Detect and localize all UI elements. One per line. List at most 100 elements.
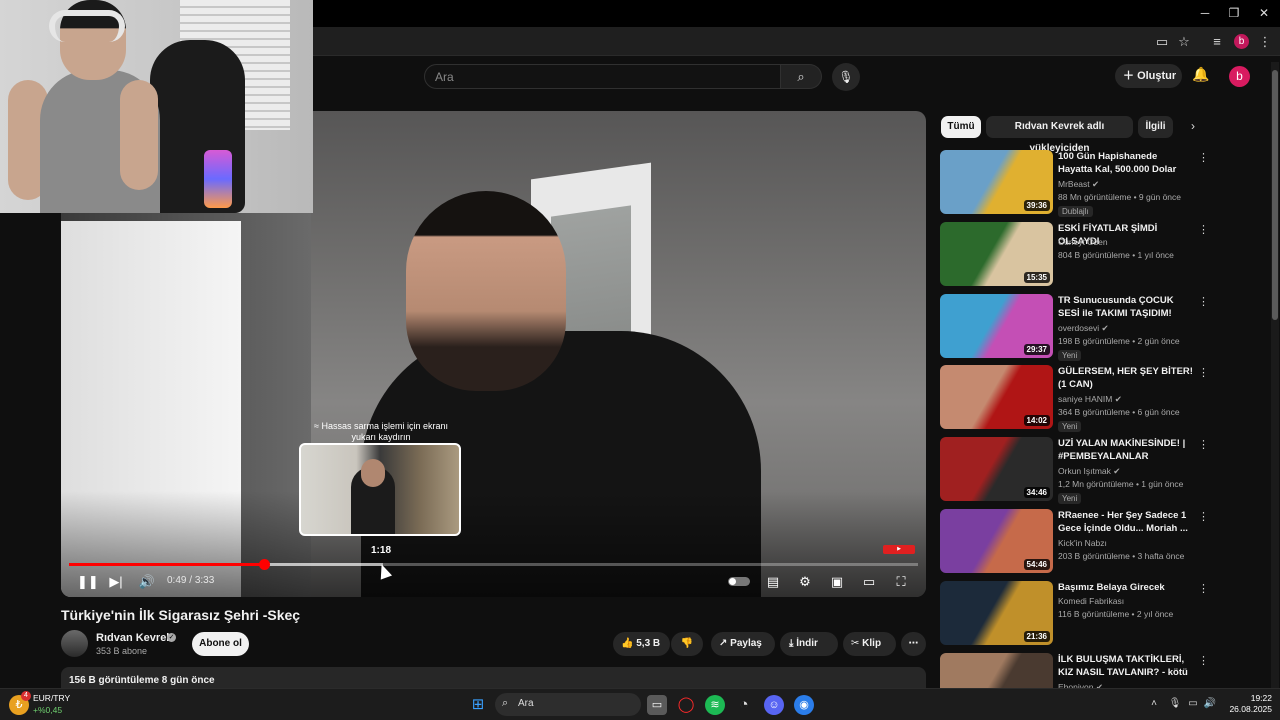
recommendation-title[interactable]: UZİ YALAN MAKİNESİNDE! | #PEMBEYALANLAR [1058, 437, 1193, 463]
like-count: 5,3 B [636, 638, 661, 649]
star-icon[interactable]: ☆ [1175, 33, 1193, 51]
recommendation-channel[interactable]: saniye HANIM ✔ [1058, 394, 1122, 405]
recommendation-title[interactable]: 100 Gün Hapishanede Hayatta Kal, 500.000… [1058, 150, 1193, 177]
recommendation-thumbnail[interactable]: 14:02 [940, 365, 1053, 429]
recommendation-title[interactable]: GÜLERSEM, HER ŞEY BİTER! (1 CAN) [1058, 365, 1193, 391]
browser-profile-avatar[interactable]: b [1234, 34, 1249, 49]
miniplayer-button[interactable]: ▣ [828, 573, 846, 591]
more-icon[interactable]: ⋮ [1198, 654, 1209, 668]
more-actions-button[interactable]: ⋯ [901, 632, 926, 656]
recommendation-item[interactable]: 34:46 UZİ YALAN MAKİNESİNDE! | #PEMBEYALA… [940, 437, 1225, 504]
clip-button[interactable]: ✂ Klip [843, 632, 896, 656]
recommendation-item[interactable]: 15:35 ESKİ FİYATLAR ŞİMDİ OLSAYDI Cüneyt Ö… [940, 222, 1225, 288]
recommendation-thumbnail[interactable]: 54:46 [940, 509, 1053, 573]
recommendation-item[interactable]: 39:36 100 Gün Hapishanede Hayatta Kal, 50… [940, 150, 1225, 217]
subscriber-count: 353 B abone [96, 646, 148, 656]
settings-button[interactable]: ⚙ [796, 573, 814, 591]
start-button[interactable]: ⊞ [468, 695, 488, 715]
chip-related[interactable]: İlgili [1138, 116, 1173, 138]
download-button[interactable]: ⤓ İndir [780, 632, 838, 656]
microphone-icon[interactable]: 🎙 [1168, 698, 1182, 712]
chrome-icon[interactable]: ◉ [794, 695, 814, 715]
volume-button[interactable]: 🔊 [138, 573, 156, 591]
bell-icon: 🔔 [1192, 66, 1210, 82]
search-input[interactable]: Ara [424, 64, 781, 89]
dislike-button[interactable]: 👎 [671, 632, 703, 656]
maximize-button[interactable]: ❐ [1219, 4, 1249, 22]
recommendation-channel[interactable]: overdosevi ✔ [1058, 323, 1109, 334]
task-view-icon[interactable]: ▭ [647, 695, 667, 715]
webcam-overlay [0, 0, 313, 213]
recommendation-thumbnail[interactable]: 29:37 [940, 294, 1053, 358]
steam-icon[interactable]: ◔ [734, 695, 754, 715]
more-icon[interactable]: ⋮ [1198, 151, 1209, 165]
more-icon[interactable]: ⋮ [1198, 366, 1209, 380]
recommendation-channel[interactable]: Kick'in Nabzı [1058, 538, 1107, 548]
more-icon[interactable]: ⋮ [1198, 295, 1209, 309]
recommendation-item[interactable]: 14:02 GÜLERSEM, HER ŞEY BİTER! (1 CAN) san… [940, 365, 1225, 432]
channel-watermark[interactable]: ▶ [883, 545, 915, 554]
minimize-button[interactable]: ─ [1190, 4, 1220, 22]
taskbar-search[interactable]: ⌕ Ara [495, 693, 641, 716]
share-button[interactable]: ↗ Paylaş [711, 632, 775, 656]
video-frame-person-head [406, 191, 566, 391]
cast-icon[interactable]: ▭ [1153, 33, 1171, 51]
duration-badge: 54:46 [1023, 559, 1050, 570]
system-clock[interactable]: 19:22 26.08.2025 [1228, 693, 1272, 715]
more-icon[interactable]: ⋮ [1198, 510, 1209, 524]
notifications-button[interactable]: 🔔 [1191, 66, 1211, 86]
seek-preview-time: 1:18 [370, 545, 391, 556]
account-avatar[interactable]: b [1229, 66, 1250, 87]
recommendation-channel[interactable]: Cüneyt Özen [1058, 237, 1108, 247]
recommendation-title[interactable]: RRaenee - Her Şey Sadece 1 Gece İçinde O… [1058, 509, 1193, 535]
tray-expand-icon[interactable]: ˄ [1147, 698, 1161, 712]
recommendation-title[interactable]: TR Sunucusunda ÇOCUK SESİ ile TAKIMI TAŞ… [1058, 294, 1193, 321]
fullscreen-button[interactable]: ⛶ [892, 573, 910, 591]
channel-name[interactable]: Rıdvan Kevrek [96, 632, 172, 644]
recommendation-item[interactable]: 21:36 Başımız Belaya Girecek Komedi Fabrik… [940, 581, 1225, 647]
theater-button[interactable]: ▭ [860, 573, 878, 591]
recommendation-meta: 203 B görüntüleme • 3 hafta önce [1058, 551, 1185, 561]
create-button[interactable]: ＋ Oluştur [1115, 64, 1182, 88]
recommendation-channel[interactable]: MrBeast ✔ [1058, 179, 1099, 190]
subscribe-button[interactable]: Abone ol [192, 632, 249, 656]
pause-button[interactable]: ❚❚ [77, 573, 99, 591]
recommendation-thumbnail[interactable]: 39:36 [940, 150, 1053, 214]
recommendation-item[interactable]: 29:37 TR Sunucusunda ÇOCUK SESİ ile TAKIM… [940, 294, 1225, 361]
search-button[interactable]: ⌕ [781, 64, 822, 89]
close-button[interactable]: ✕ [1249, 4, 1279, 22]
windows-logo-icon: ⊞ [471, 696, 485, 713]
more-icon[interactable]: ⋮ [1198, 438, 1209, 452]
speaker-icon[interactable]: 🔊 [1203, 698, 1217, 712]
like-button[interactable]: 👍 5,3 B [613, 632, 670, 656]
ticker-label[interactable]: EUR/TRY [33, 693, 70, 703]
opera-icon[interactable]: ◯ [676, 695, 696, 715]
voice-search-button[interactable]: 🎙 [832, 63, 860, 91]
recommendation-item[interactable]: 54:46 RRaenee - Her Şey Sadece 1 Gece İçi… [940, 509, 1225, 575]
duration-badge: 21:36 [1023, 631, 1050, 642]
recommendation-title[interactable]: İLK BULUŞMA TAKTİKLERİ, KIZ NASIL TAVLAN… [1058, 653, 1193, 680]
recommendation-channel[interactable]: Orkun Işıtmak ✔ [1058, 466, 1120, 477]
spotify-icon[interactable]: ≋ [705, 695, 725, 715]
autoplay-toggle[interactable] [728, 577, 750, 586]
chip-uploader[interactable]: Rıdvan Kevrek adlı yükleyiciden [986, 116, 1133, 154]
clip-label: Klip [862, 638, 882, 649]
scrollbar-thumb[interactable] [1272, 70, 1278, 320]
recommendation-channel[interactable]: Komedi Fabrikası [1058, 596, 1124, 606]
display-icon[interactable]: ▭ [1186, 698, 1200, 712]
channel-avatar[interactable] [61, 630, 88, 657]
recommendation-thumbnail[interactable]: 15:35 [940, 222, 1053, 286]
discord-icon[interactable]: ☺ [764, 695, 784, 715]
recommendation-title[interactable]: Başımız Belaya Girecek [1058, 581, 1193, 594]
more-icon[interactable]: ⋮ [1198, 223, 1209, 237]
chevron-right-icon[interactable]: › [1185, 119, 1201, 137]
next-button[interactable]: ▶| [107, 573, 125, 591]
subtitles-button[interactable]: ▤ [764, 573, 782, 591]
menu-icon[interactable]: ⋮ [1256, 33, 1274, 51]
recommendation-thumbnail[interactable]: 34:46 [940, 437, 1053, 501]
media-icon[interactable]: ≡ [1208, 33, 1226, 51]
progress-scrubber[interactable] [259, 559, 270, 570]
more-icon[interactable]: ⋮ [1198, 582, 1209, 596]
chip-all[interactable]: Tümü [941, 116, 981, 138]
recommendation-thumbnail[interactable]: 21:36 [940, 581, 1053, 645]
